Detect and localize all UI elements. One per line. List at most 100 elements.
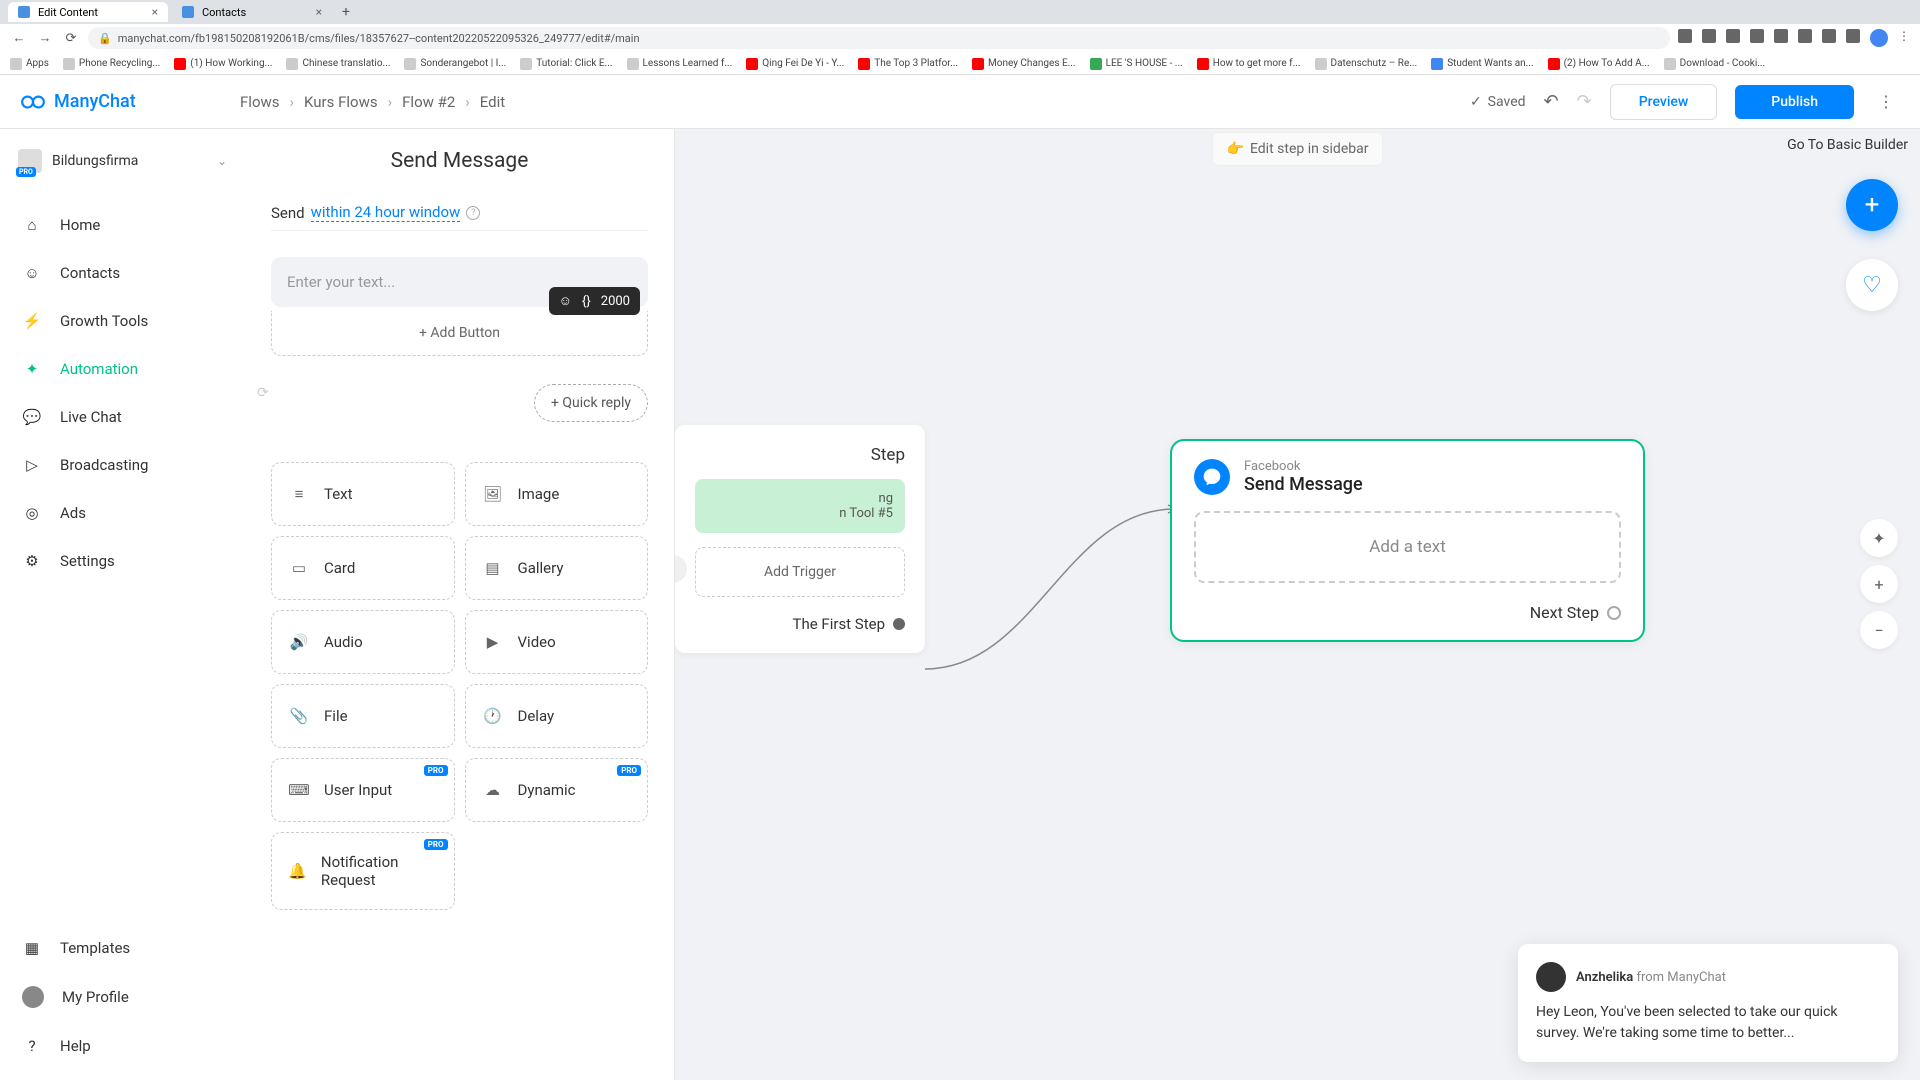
sidebar-item-home[interactable]: ⌂ Home <box>0 201 245 249</box>
block-gallery[interactable]: ▤Gallery <box>465 536 649 600</box>
extension-icon[interactable] <box>1750 29 1764 43</box>
sidebar-item-live-chat[interactable]: 💬 Live Chat <box>0 393 245 441</box>
block-file[interactable]: 📎File <box>271 684 455 748</box>
sidebar-item-ads[interactable]: ◎ Ads <box>0 489 245 537</box>
collapse-button[interactable]: ‹ <box>675 555 687 583</box>
bookmark-item[interactable]: Download - Cooki... <box>1664 58 1766 70</box>
back-button[interactable]: ← <box>10 29 28 47</box>
block-dynamic[interactable]: PRO☁Dynamic <box>465 758 649 822</box>
profile-avatar-icon <box>22 986 44 1008</box>
breadcrumb-item[interactable]: Flows <box>240 93 280 111</box>
step-title: Step <box>695 445 905 465</box>
sidebar-item-automation[interactable]: ✦ Automation <box>0 345 245 393</box>
more-menu-button[interactable]: ⋮ <box>1872 92 1900 111</box>
url-field[interactable]: 🔒 manychat.com/fb198150208192061B/cms/fi… <box>88 27 1670 49</box>
add-button-row[interactable]: + Add Button <box>271 311 648 356</box>
card-icon: ▭ <box>288 557 310 579</box>
flow-canvas[interactable]: 👉 Edit step in sidebar Go To Basic Build… <box>675 129 1920 1080</box>
breadcrumb-item[interactable]: Kurs Flows <box>304 93 378 111</box>
profile-avatar[interactable] <box>1870 29 1888 47</box>
zoom-in-button[interactable]: + <box>1860 565 1898 603</box>
output-connector[interactable] <box>1607 606 1621 620</box>
close-icon[interactable]: × <box>152 5 158 19</box>
block-card[interactable]: ▭Card <box>271 536 455 600</box>
edit-step-sidebar-button[interactable]: 👉 Edit step in sidebar <box>1212 132 1384 166</box>
bookmark-item[interactable]: Qing Fei De Yi - Y... <box>746 58 844 70</box>
pro-badge: PRO <box>617 765 641 776</box>
auto-layout-button[interactable]: ✦ <box>1860 519 1898 557</box>
bookmark-item[interactable]: Tutorial: Click E... <box>520 58 612 70</box>
extension-icon[interactable] <box>1774 29 1788 43</box>
extension-icon[interactable] <box>1798 29 1812 43</box>
app-logo[interactable]: ManyChat <box>20 89 240 115</box>
help-tooltip-icon[interactable]: ? <box>466 206 480 220</box>
favorite-fab[interactable]: ♡ <box>1846 259 1898 311</box>
trigger-step-card[interactable]: Step ng n Tool #5 ‹ Add Trigger The Firs… <box>675 425 925 653</box>
extension-icon[interactable] <box>1702 29 1716 43</box>
block-notification-request[interactable]: PRO🔔Notification Request <box>271 832 455 910</box>
bookmark-item[interactable]: LEE 'S HOUSE - ... <box>1090 58 1183 70</box>
bookmark-item[interactable]: Lessons Learned f... <box>627 58 733 70</box>
send-message-node[interactable]: Facebook Send Message Add a text Next St… <box>1170 439 1645 642</box>
sidebar-item-settings[interactable]: ⚙ Settings <box>0 537 245 585</box>
bookmark-item[interactable]: Chinese translatio... <box>286 58 390 70</box>
variable-icon[interactable]: {} <box>582 294 591 309</box>
bookmark-item[interactable]: How to get more f... <box>1197 58 1301 70</box>
sidebar-item-help[interactable]: ? Help <box>0 1022 245 1070</box>
block-delay[interactable]: 🕐Delay <box>465 684 649 748</box>
output-connector[interactable] <box>893 618 905 630</box>
apps-icon <box>10 58 22 70</box>
extension-icon[interactable] <box>1678 29 1692 43</box>
messenger-icon <box>1194 459 1230 495</box>
browser-tab-active[interactable]: Edit Content × <box>8 2 168 22</box>
reload-button[interactable]: ⟳ <box>62 29 80 47</box>
block-user-input[interactable]: PRO⌨User Input <box>271 758 455 822</box>
add-text-placeholder[interactable]: Add a text <box>1194 511 1621 583</box>
emoji-icon[interactable]: ☺ <box>559 293 572 309</box>
add-step-fab[interactable]: + <box>1846 179 1898 231</box>
org-name: Bildungsfirma <box>52 153 207 169</box>
browser-tab[interactable]: Contacts × <box>172 2 332 22</box>
block-image[interactable]: 🖼Image <box>465 462 649 526</box>
extension-icon[interactable] <box>1846 29 1860 43</box>
close-icon[interactable]: × <box>316 5 322 19</box>
bookmark-item[interactable]: Money Changes E... <box>972 58 1076 70</box>
org-selector[interactable]: PRO Bildungsfirma ⌄ <box>0 141 245 181</box>
undo-button[interactable]: ↶ <box>1544 91 1559 112</box>
sidebar-item-contacts[interactable]: ☺ Contacts <box>0 249 245 297</box>
block-video[interactable]: ▶Video <box>465 610 649 674</box>
preview-button[interactable]: Preview <box>1610 84 1718 120</box>
bookmark-item[interactable]: (2) How To Add A... <box>1548 58 1650 70</box>
menu-icon[interactable]: ⋮ <box>1898 29 1910 47</box>
bookmark-item[interactable]: Student Wants an... <box>1431 58 1533 70</box>
breadcrumb-item[interactable]: Flow #2 <box>402 93 455 111</box>
tab-favicon <box>18 6 30 18</box>
char-count: 2000 <box>601 294 630 309</box>
send-within-link[interactable]: within 24 hour window <box>311 203 461 222</box>
add-trigger-button[interactable]: Add Trigger <box>695 547 905 597</box>
app-header: ManyChat Flows › Kurs Flows › Flow #2 › … <box>0 75 1920 129</box>
bookmark-item[interactable]: The Top 3 Platfor... <box>858 58 958 70</box>
goto-basic-builder-link[interactable]: Go To Basic Builder <box>1787 137 1908 153</box>
message-text-input[interactable]: Enter your text... ☺ {} 2000 <box>271 257 648 307</box>
bookmark-item[interactable]: (1) How Working... <box>174 58 272 70</box>
block-audio[interactable]: 🔊Audio <box>271 610 455 674</box>
trigger-pill[interactable]: ng n Tool #5 <box>695 479 905 533</box>
publish-button[interactable]: Publish <box>1735 85 1854 119</box>
extension-icon[interactable] <box>1726 29 1740 43</box>
bookmark-item[interactable]: Datenschutz – Re... <box>1315 58 1418 70</box>
block-text[interactable]: ≡Text <box>271 462 455 526</box>
zoom-out-button[interactable]: − <box>1860 611 1898 649</box>
sidebar-item-broadcasting[interactable]: ▷ Broadcasting <box>0 441 245 489</box>
forward-button[interactable]: → <box>36 29 54 47</box>
bookmark-item[interactable]: Apps <box>10 58 49 70</box>
sidebar-item-templates[interactable]: ▦ Templates <box>0 924 245 972</box>
chevron-right-icon: › <box>388 93 393 111</box>
bookmark-item[interactable]: Sonderangebot | I... <box>404 58 506 70</box>
new-tab-button[interactable]: + <box>336 2 356 22</box>
sidebar-item-growth-tools[interactable]: ⚡ Growth Tools <box>0 297 245 345</box>
support-chat-popup[interactable]: Anzhelika from ManyChat Hey Leon, You've… <box>1518 944 1898 1062</box>
sidebar-item-my-profile[interactable]: My Profile <box>0 972 245 1022</box>
extension-icon[interactable] <box>1822 29 1836 43</box>
bookmark-item[interactable]: Phone Recycling... <box>63 58 160 70</box>
